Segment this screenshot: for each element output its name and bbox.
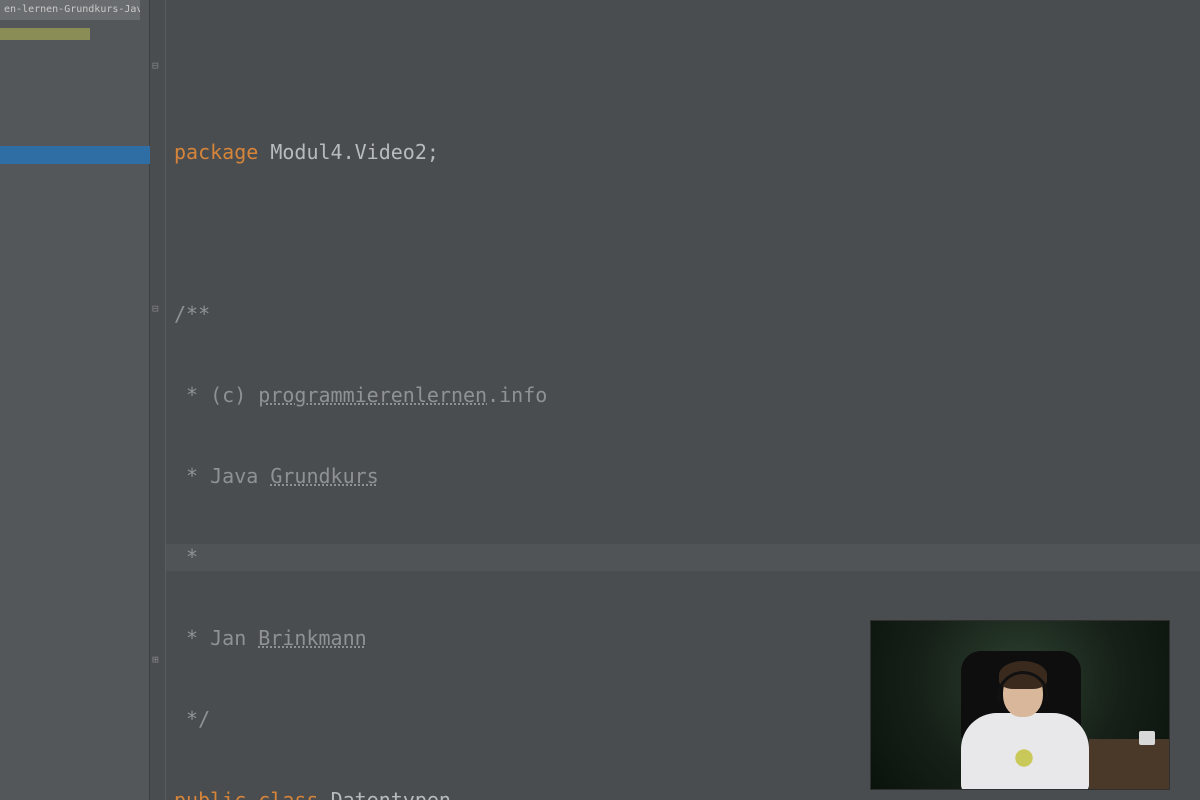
comment: /** xyxy=(174,302,210,326)
comment: * xyxy=(174,545,198,569)
webcam-hoodie-logo xyxy=(1009,743,1039,773)
fold-marker-icon[interactable]: ⊞ xyxy=(152,654,159,665)
sidebar-item[interactable] xyxy=(0,28,90,40)
comment: * Jan xyxy=(174,626,258,650)
class-name: Datentypen xyxy=(331,788,451,800)
keyword: public xyxy=(174,788,246,800)
comment: Grundkurs xyxy=(270,464,378,488)
webcam-overlay xyxy=(870,620,1170,790)
project-sidebar[interactable]: en-lernen-Grundkurs-Java xyxy=(0,0,150,800)
comment: * Java xyxy=(174,464,270,488)
sidebar-selected-item[interactable] xyxy=(0,146,150,164)
sidebar-tab[interactable]: en-lernen-Grundkurs-Java xyxy=(0,0,140,20)
fold-marker-icon[interactable]: ⊟ xyxy=(152,303,159,314)
webcam-mug xyxy=(1139,731,1155,745)
keyword: class xyxy=(258,788,318,800)
code-text: Modul4.Video2; xyxy=(258,140,439,164)
comment: */ xyxy=(174,707,210,731)
editor-gutter: ⊟ ⊟ ⊞ xyxy=(150,0,166,800)
comment: .info xyxy=(487,383,547,407)
comment: * (c) xyxy=(174,383,258,407)
fold-marker-icon[interactable]: ⊟ xyxy=(152,60,159,71)
webcam-desk xyxy=(1089,739,1170,790)
comment-link: programmierenlernen xyxy=(258,383,487,407)
comment: Brinkmann xyxy=(258,626,366,650)
keyword: package xyxy=(174,140,258,164)
